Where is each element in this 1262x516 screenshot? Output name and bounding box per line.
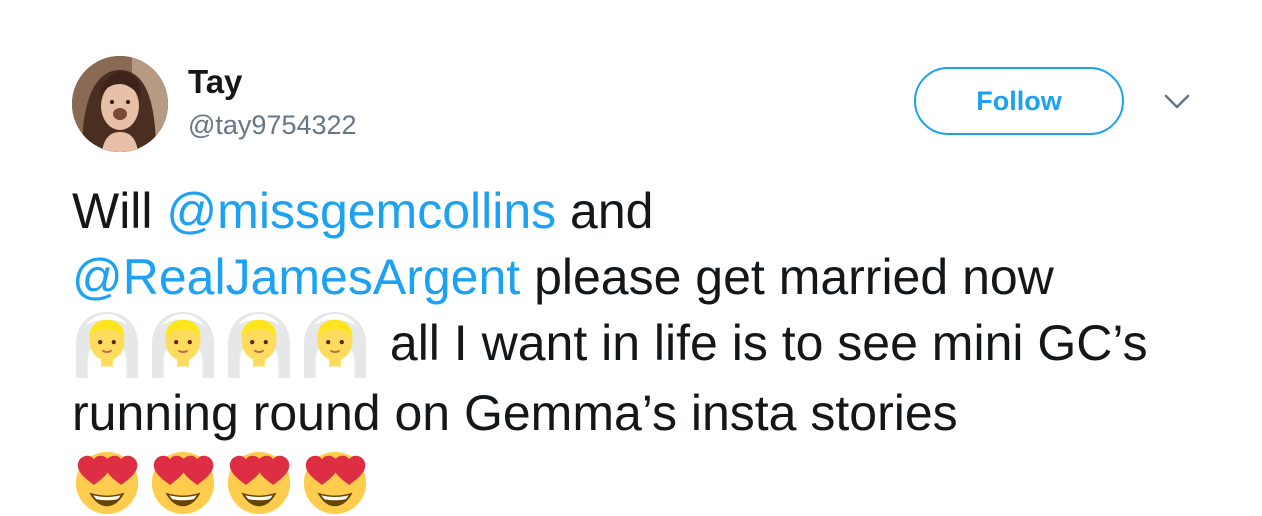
- heart-eyes-emoji-group: [72, 451, 376, 507]
- tweet-text: Will @missgemcollins and @RealJamesArgen…: [72, 178, 1212, 516]
- bride-with-veil-emoji: [300, 310, 370, 380]
- mention-link[interactable]: @missgemcollins: [166, 183, 556, 239]
- smiling-face-with-heart-eyes-emoji: [72, 446, 142, 516]
- tweet-card: Tay @tay9754322 Follow Will @missgemcoll…: [0, 0, 1262, 516]
- smiling-face-with-heart-eyes-emoji: [224, 446, 294, 516]
- user-avatar[interactable]: [72, 56, 168, 152]
- mention-link[interactable]: @RealJamesArgent: [72, 249, 520, 305]
- tweet-text-part: please get married now: [520, 249, 1054, 305]
- bride-with-veil-emoji: [148, 310, 218, 380]
- chevron-down-icon[interactable]: [1160, 88, 1194, 116]
- tweet-text-part: and: [556, 183, 654, 239]
- display-name[interactable]: Tay: [188, 62, 242, 102]
- follow-button[interactable]: Follow: [914, 67, 1124, 135]
- bride-with-veil-emoji: [224, 310, 294, 380]
- smiling-face-with-heart-eyes-emoji: [300, 446, 370, 516]
- smiling-face-with-heart-eyes-emoji: [148, 446, 218, 516]
- user-handle[interactable]: @tay9754322: [188, 108, 357, 142]
- tweet-text-part: Will: [72, 183, 167, 239]
- bride-emoji-group: [72, 315, 376, 371]
- avatar-photo: [72, 56, 168, 152]
- bride-with-veil-emoji: [72, 310, 142, 380]
